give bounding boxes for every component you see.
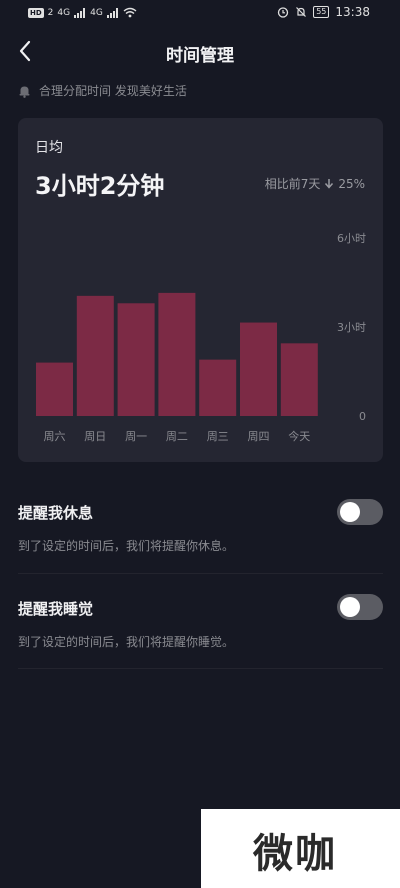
- network-label-1: 4G: [57, 7, 71, 18]
- chart-x-tick-label: 周三: [207, 430, 229, 443]
- alarm-icon: [278, 7, 289, 18]
- chart-bar: [76, 295, 114, 416]
- status-time: 13:38: [335, 5, 370, 19]
- chart-bar: [199, 359, 237, 416]
- chart-bar: [117, 303, 155, 416]
- tip-row: 合理分配时间 发现美好生活: [18, 82, 187, 99]
- chart-bar: [280, 343, 318, 416]
- rest-reminder-description: 到了设定的时间后，我们将提醒你休息。: [18, 539, 235, 553]
- chart-x-tick-label: 周六: [44, 430, 66, 443]
- chart-y-tick-label: 0: [359, 410, 366, 423]
- signal-icon-2: [106, 7, 118, 18]
- mute-bell-icon: [296, 7, 307, 17]
- watermark: 微咖: [201, 809, 400, 888]
- network-label-2: 4G: [90, 7, 103, 18]
- nav-bar: 时间管理: [0, 30, 400, 72]
- chart-x-tick-label: 今天: [288, 429, 310, 443]
- status-bar: HD 2 4G 4G 55 13:38: [0, 0, 400, 28]
- divider: [18, 573, 383, 574]
- rest-reminder-title: 提醒我休息: [18, 504, 94, 522]
- sleep-reminder-description: 到了设定的时间后，我们将提醒你睡觉。: [18, 635, 235, 649]
- wifi-icon: [123, 7, 137, 18]
- sleep-reminder-toggle[interactable]: [337, 594, 383, 620]
- divider: [18, 668, 383, 669]
- rest-reminder-row: 提醒我休息 到了设定的时间后，我们将提醒你休息。: [18, 495, 383, 565]
- chart-bar: [36, 362, 73, 416]
- hd-badge: HD: [28, 7, 44, 18]
- tip-text: 合理分配时间 发现美好生活: [39, 84, 187, 98]
- chart-x-tick-label: 周一: [125, 430, 147, 443]
- sleep-reminder-row: 提醒我睡觉 到了设定的时间后，我们将提醒你睡觉。: [18, 592, 383, 662]
- chart-bar: [158, 292, 196, 416]
- chart-x-tick-label: 周二: [166, 430, 188, 443]
- watermark-text: 微咖: [253, 831, 337, 877]
- status-left: HD 2 4G 4G: [28, 7, 137, 18]
- chart-x-tick-label: 周四: [248, 430, 270, 443]
- battery-indicator: 55: [313, 6, 330, 18]
- rest-reminder-toggle[interactable]: [337, 499, 383, 525]
- usage-card: 日均 3小时2分钟 相比前7天 25% 周六 周日 周一 周二 周三 周四 今天 6小时 3小时…: [18, 118, 383, 462]
- bell-icon: [19, 86, 30, 98]
- chart-bar: [240, 322, 277, 416]
- chart-y-tick-label: 6小时: [337, 232, 366, 245]
- page-title: 时间管理: [166, 46, 234, 66]
- status-right: 55 13:38: [277, 5, 370, 19]
- rest-reminder-toggle-knob: [340, 502, 360, 522]
- sleep-reminder-toggle-knob: [340, 597, 360, 617]
- sim-indicator: 2: [47, 7, 54, 18]
- usage-bar-chart: 周六 周日 周一 周二 周三 周四 今天 6小时 3小时 0: [36, 232, 366, 443]
- signal-icon: [74, 7, 86, 18]
- sleep-reminder-title: 提醒我睡觉: [18, 600, 94, 618]
- chart-x-tick-label: 周日: [84, 430, 106, 443]
- chart-y-tick-label: 3小时: [337, 321, 366, 334]
